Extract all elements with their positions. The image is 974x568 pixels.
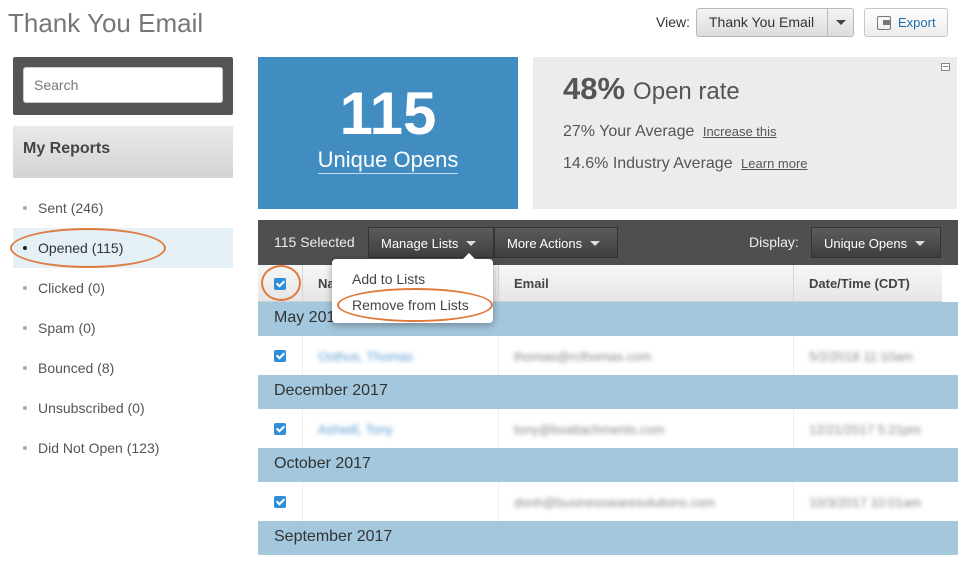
column-divider <box>793 265 794 301</box>
open-datetime: 10/3/2017 10:01am <box>809 495 922 510</box>
column-divider <box>793 482 794 521</box>
chevron-down-icon <box>466 241 477 246</box>
view-select[interactable]: Thank You Email <box>696 8 854 37</box>
your-average-text: 27% Your Average <box>563 123 695 140</box>
bullet-icon <box>23 406 27 410</box>
highlight-ring-remove <box>337 288 493 322</box>
table-row[interactable]: Ashwill, Tony tony@bxattachments.com 12/… <box>258 409 942 449</box>
bullet-icon <box>23 446 27 450</box>
row-checkbox[interactable] <box>274 350 286 362</box>
sidebar-item-clicked[interactable]: Clicked (0) <box>13 268 233 308</box>
column-header-email[interactable]: Email <box>514 276 549 291</box>
contact-name-link[interactable]: Osthus, Thomas <box>318 349 413 364</box>
column-divider <box>793 409 794 448</box>
chevron-down-icon <box>590 241 601 246</box>
group-row-september-2017: September 2017 <box>258 521 958 555</box>
display-select-value: Unique Opens <box>824 236 908 251</box>
display-label: Display: <box>749 234 799 250</box>
table-row[interactable]: Osthus, Thomas thomas@rcthomas.com 5/2/2… <box>258 336 942 376</box>
unique-opens-value: 115 <box>339 80 437 147</box>
open-datetime: 5/2/2018 11:10am <box>809 349 913 364</box>
open-datetime: 12/21/2017 5:21pm <box>809 422 922 437</box>
learn-more-link[interactable]: Learn more <box>741 156 807 171</box>
column-divider <box>302 265 303 301</box>
column-divider <box>498 482 499 521</box>
column-divider <box>498 265 499 301</box>
bullet-icon <box>23 206 27 210</box>
more-actions-button[interactable]: More Actions <box>494 227 618 258</box>
row-checkbox[interactable] <box>274 423 286 435</box>
manage-lists-label: Manage Lists <box>381 236 459 251</box>
column-divider <box>302 409 303 448</box>
page-title: Thank You Email <box>8 8 204 38</box>
group-row-october-2017: October 2017 <box>258 448 958 482</box>
minimize-icon[interactable] <box>941 63 950 71</box>
sidebar-search-panel <box>13 57 233 115</box>
sidebar-item-spam[interactable]: Spam (0) <box>13 308 233 348</box>
view-select-value: Thank You Email <box>709 14 815 30</box>
selected-count: 115 Selected <box>274 234 355 250</box>
contact-email: donh@businesswaresolutions.com <box>514 495 716 510</box>
sidebar-item-bounced[interactable]: Bounced (8) <box>13 348 233 388</box>
sidebar-item-label: Did Not Open (123) <box>38 440 160 456</box>
export-button[interactable]: Export <box>864 8 948 37</box>
export-icon <box>877 15 891 30</box>
search-input[interactable] <box>23 67 223 103</box>
menu-item-add-to-lists[interactable]: Add to Lists <box>352 271 425 287</box>
unique-opens-card: 115 Unique Opens <box>258 57 518 209</box>
group-row-december-2017: December 2017 <box>258 375 958 409</box>
sidebar-item-sent[interactable]: Sent (246) <box>13 188 233 228</box>
sidebar-item-label: Spam (0) <box>38 320 96 336</box>
sidebar-item-label: Bounced (8) <box>38 360 115 376</box>
contact-email: thomas@rcthomas.com <box>514 349 652 364</box>
column-divider <box>498 409 499 448</box>
sidebar-item-label: Sent (246) <box>38 200 104 216</box>
display-select[interactable]: Unique Opens <box>811 227 941 258</box>
row-checkbox[interactable] <box>274 496 286 508</box>
column-header-datetime[interactable]: Date/Time (CDT) <box>809 276 910 291</box>
export-label: Export <box>898 15 936 30</box>
contact-email: tony@bxattachments.com <box>514 422 665 437</box>
column-divider <box>793 336 794 375</box>
sidebar-item-label: Clicked (0) <box>38 280 105 296</box>
contact-name-link[interactable]: Ashwill, Tony <box>318 422 393 437</box>
more-actions-label: More Actions <box>507 236 583 251</box>
chevron-down-icon <box>836 20 846 25</box>
column-divider <box>302 336 303 375</box>
open-rate-value: 48% <box>563 71 626 106</box>
unique-opens-label[interactable]: Unique Opens <box>317 147 459 174</box>
open-rate-label: Open rate <box>633 78 740 105</box>
view-dropdown-toggle[interactable] <box>827 9 853 36</box>
industry-average-text: 14.6% Industry Average <box>563 155 733 172</box>
table-row[interactable]: donh@businesswaresolutions.com 10/3/2017… <box>258 482 942 522</box>
open-rate-card: 48% Open rate 27% Your Average Increase … <box>533 57 957 209</box>
bullet-icon <box>23 326 27 330</box>
highlight-ring-checkbox <box>261 265 301 301</box>
bullet-icon <box>23 366 27 370</box>
column-divider <box>498 336 499 375</box>
sidebar-item-unsubscribed[interactable]: Unsubscribed (0) <box>13 388 233 428</box>
increase-this-link[interactable]: Increase this <box>703 124 777 139</box>
column-divider <box>302 482 303 521</box>
manage-lists-button[interactable]: Manage Lists <box>368 227 494 258</box>
highlight-ring-opened <box>10 228 166 268</box>
chevron-down-icon <box>915 241 926 246</box>
sidebar-item-label: Unsubscribed (0) <box>38 400 145 416</box>
view-label: View: <box>656 14 690 30</box>
bullet-icon <box>23 286 27 290</box>
sidebar-item-did-not-open[interactable]: Did Not Open (123) <box>13 428 233 468</box>
my-reports-header: My Reports <box>13 126 233 178</box>
